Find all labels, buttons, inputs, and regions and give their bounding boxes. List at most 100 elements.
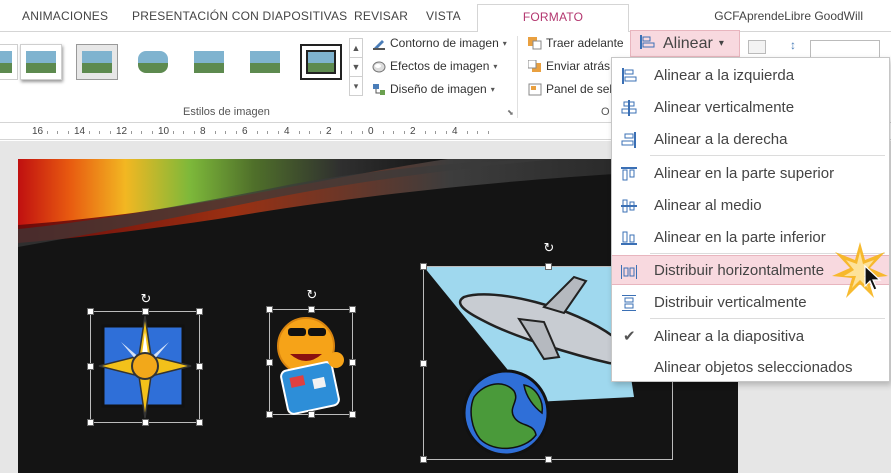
align-left-icon [620,67,638,85]
resize-handle[interactable] [545,263,552,270]
ruler-number: 10 [158,126,170,137]
enviar-label: Enviar atrás [546,59,611,73]
resize-handle[interactable] [420,456,427,463]
ribbon-tabs: ANIMACIONES PRESENTACIÓN CON DIAPOSITIVA… [0,0,891,33]
picture-style-thumb[interactable] [20,44,62,80]
menu-item-label: Alinear verticalmente [654,98,795,116]
user-name[interactable]: GCFAprendeLibre GoodWill [714,9,863,23]
menu-item-alinear-superior[interactable]: Alinear en la parte superior [612,158,889,188]
resize-handle[interactable] [420,360,427,367]
resize-handle[interactable] [196,363,203,370]
menu-item-alinear-medio[interactable]: Alinear al medio [612,190,889,220]
diseno-button[interactable]: Diseño de imagen ▾ [372,82,495,96]
gallery-up-button[interactable]: ▲ [349,38,363,58]
ruler-tick [235,131,237,134]
resize-handle[interactable] [87,363,94,370]
ruler-tick [382,131,384,134]
resize-handle[interactable] [545,456,552,463]
crop-icon[interactable] [748,40,766,54]
compass-icon [98,315,192,419]
ruler-tick [88,131,90,134]
ruler-tick [109,131,111,134]
contorno-button[interactable]: Contorno de imagen ▾ [372,36,507,50]
align-top-icon [620,165,638,183]
menu-separator [650,155,885,156]
resize-handle[interactable] [349,359,356,366]
menu-separator [650,318,885,319]
ruler-tick [183,131,184,134]
compass-image[interactable]: ↻ [87,292,203,426]
menu-item-alinear-verticalmente[interactable]: Alinear verticalmente [612,92,889,122]
ruler-tick [225,131,226,134]
panel-seleccion-button[interactable]: Panel de sele [528,82,619,96]
diseno-label: Diseño de imagen [390,82,487,96]
resize-handle[interactable] [142,308,149,315]
group-separator [517,36,518,118]
gallery-down-button[interactable]: ▼ [349,57,363,77]
traer-label: Traer adelante [546,36,624,50]
gallery-more-button[interactable]: ▾ [349,76,363,96]
ruler-tick [298,131,300,134]
resize-handle[interactable] [196,419,203,426]
resize-handle[interactable] [142,419,149,426]
menu-item-alinear-diapositiva[interactable]: ✔ Alinear a la diapositiva [612,321,889,351]
rotate-handle[interactable]: ↻ [305,288,319,302]
menu-item-label: Alinear objetos seleccionados [654,358,853,376]
ruler-number: 12 [116,126,128,137]
ruler-tick [67,131,69,134]
ruler-number: 8 [200,126,206,137]
resize-handle[interactable] [87,419,94,426]
height-input[interactable] [810,40,880,58]
ruler-tick [466,131,468,134]
efectos-button[interactable]: Efectos de imagen ▾ [372,59,497,73]
resize-handle[interactable] [266,306,273,313]
picture-style-thumb[interactable] [76,44,118,80]
picture-style-thumb[interactable] [0,44,18,80]
menu-item-label: Alinear a la derecha [654,130,788,148]
contorno-label: Contorno de imagen [390,36,499,50]
rotate-handle[interactable]: ↻ [542,241,556,255]
picture-style-thumb[interactable] [188,44,230,80]
distribute-horizontal-icon [620,263,638,281]
resize-handle[interactable] [308,306,315,313]
rotate-handle[interactable]: ↻ [139,292,153,306]
ruler-number: 6 [242,126,248,137]
tab-presentacion[interactable]: PRESENTACIÓN CON DIAPOSITIVAS [132,9,347,23]
alinear-button[interactable]: Alinear ▾ [630,30,740,57]
picture-style-thumb-selected[interactable] [300,44,342,80]
resize-handle[interactable] [349,306,356,313]
picture-style-thumb[interactable] [132,44,174,80]
align-middle-icon [620,197,638,215]
dialog-launcher-icon[interactable]: ⬊ [507,108,514,117]
resize-handle[interactable] [266,411,273,418]
tab-revisar[interactable]: REVISAR [354,9,408,23]
ruler-tick [309,131,310,134]
menu-item-label: Alinear al medio [654,196,762,214]
ruler-tick [319,131,321,134]
distribute-vertical-icon [620,294,638,312]
menu-item-alinear-seleccionados[interactable]: Alinear objetos seleccionados [612,352,889,382]
resize-handle[interactable] [196,308,203,315]
menu-item-alinear-izquierda[interactable]: Alinear a la izquierda [612,60,889,90]
ruler-number: 14 [74,126,86,137]
resize-handle[interactable] [349,411,356,418]
align-icon [639,33,657,54]
ruler-tick [424,131,426,134]
mouse-cursor-icon [864,264,882,291]
ruler-number: 2 [326,126,332,137]
resize-handle[interactable] [87,308,94,315]
tab-formato[interactable]: FORMATO [477,4,629,33]
enviar-atras-button[interactable]: Enviar atrás [527,59,611,73]
ruler-tick [340,131,342,134]
ruler-tick [393,131,394,134]
tab-vista[interactable]: VISTA [426,9,461,23]
ruler-tick [267,131,268,134]
resize-handle[interactable] [266,359,273,366]
traveler-image[interactable]: ↻ [266,288,356,418]
menu-item-alinear-derecha[interactable]: Alinear a la derecha [612,124,889,154]
tab-animaciones[interactable]: ANIMACIONES [22,9,108,23]
resize-handle[interactable] [308,411,315,418]
picture-style-thumb[interactable] [244,44,286,80]
resize-handle[interactable] [420,263,427,270]
traer-adelante-button[interactable]: Traer adelante [528,36,624,50]
